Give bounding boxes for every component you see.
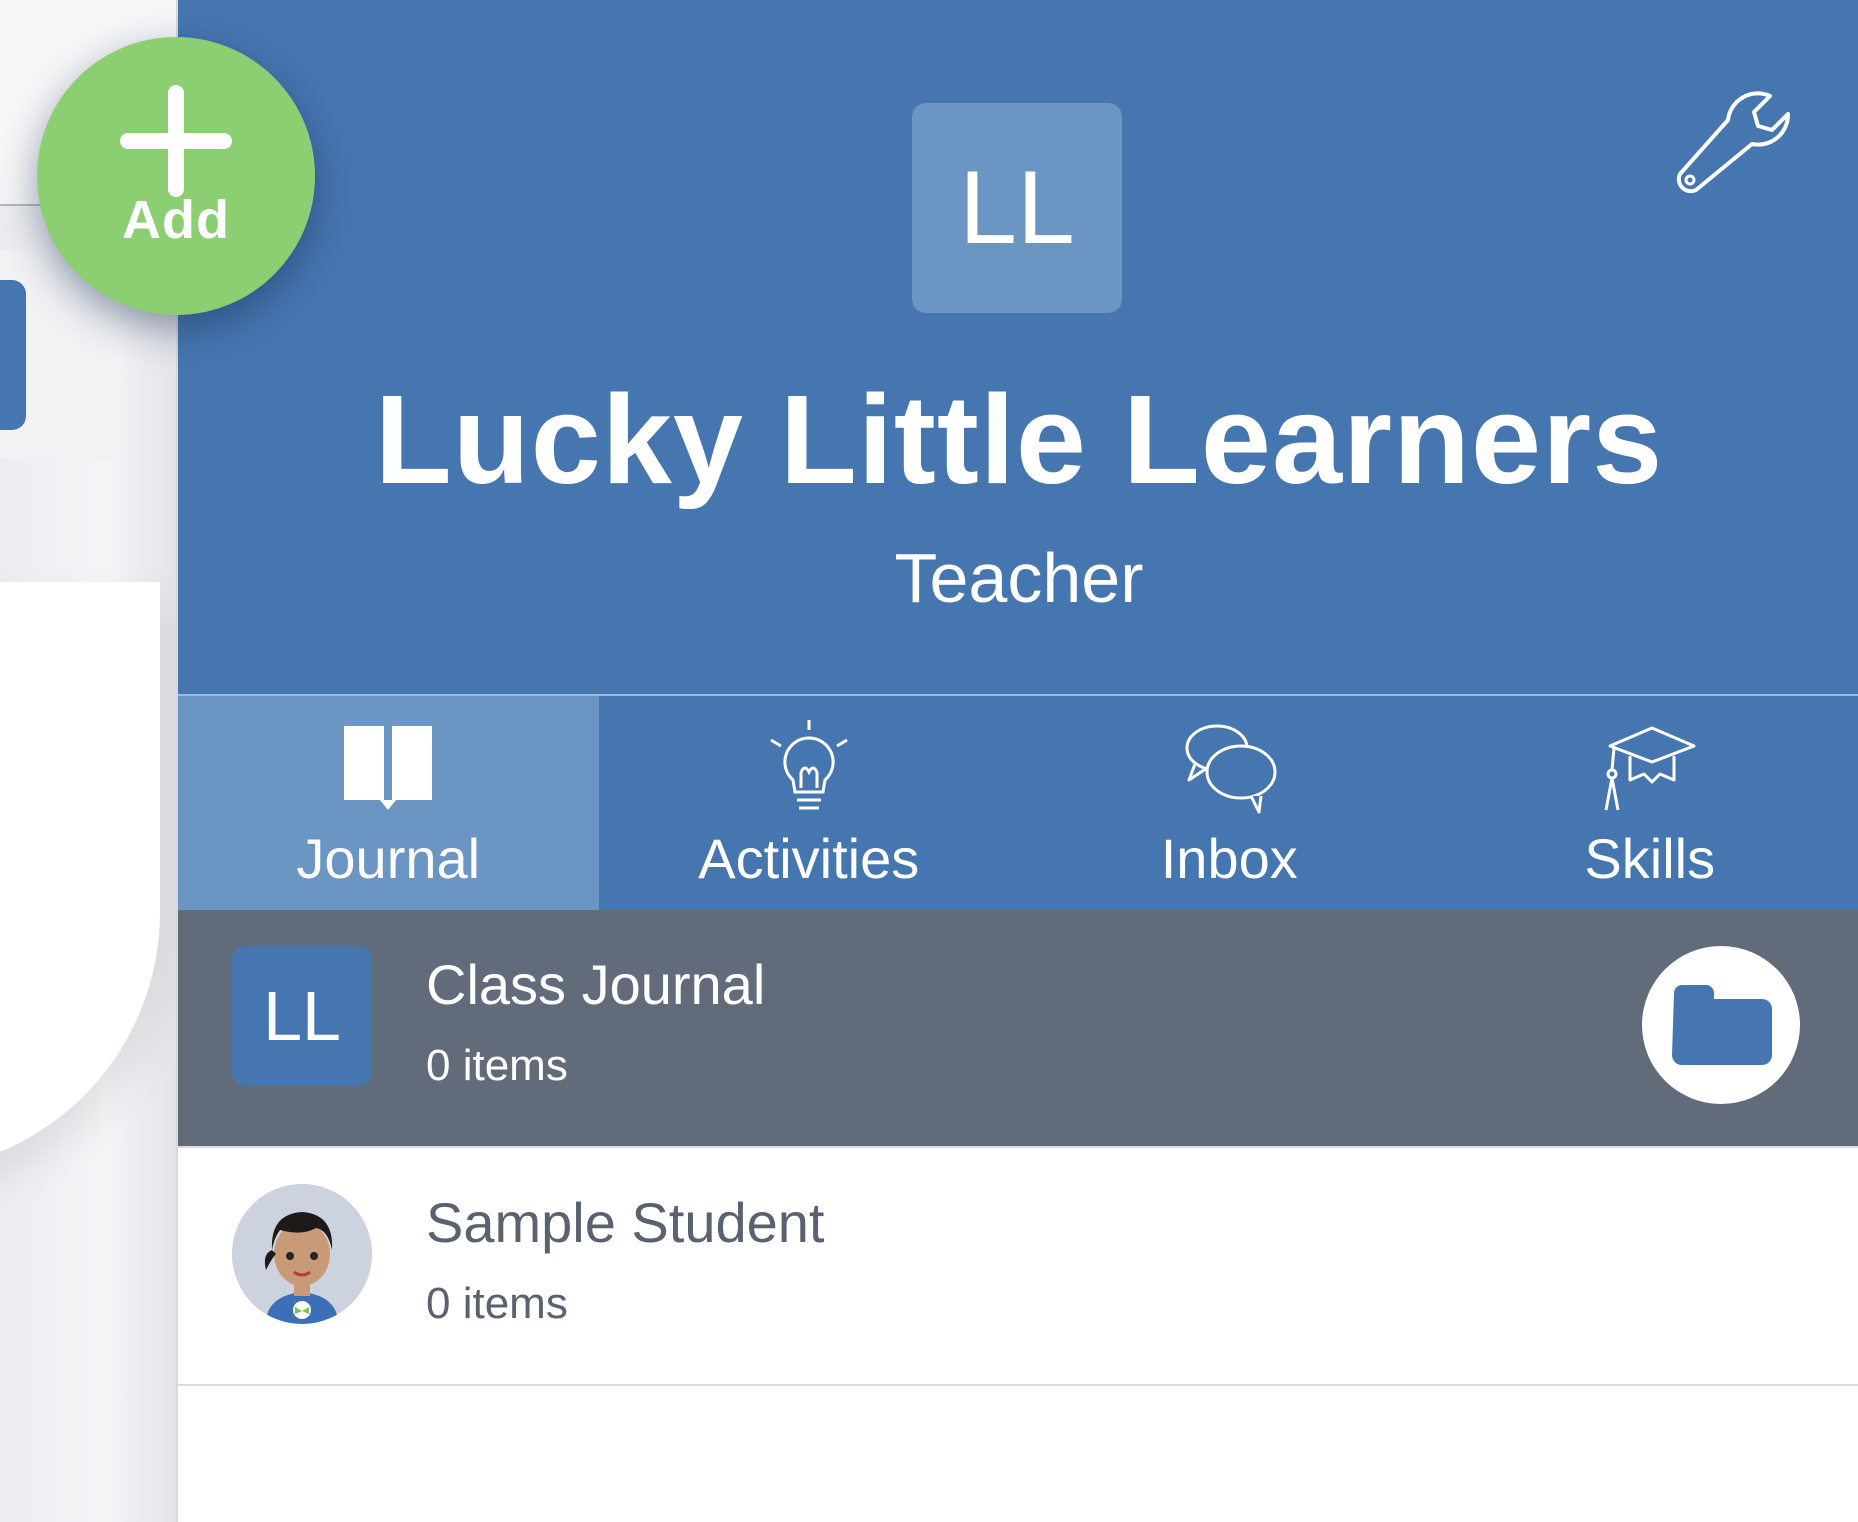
student-avatar xyxy=(232,1184,372,1324)
user-role: Teacher xyxy=(894,539,1144,617)
tab-activities[interactable]: Activities xyxy=(599,696,1020,910)
class-journal-avatar: LL xyxy=(232,946,372,1086)
tab-activities-label: Activities xyxy=(698,827,920,890)
student-portrait-icon xyxy=(232,1184,372,1324)
lightbulb-icon xyxy=(769,720,848,810)
chat-bubbles-icon xyxy=(1185,724,1277,814)
background-sheet xyxy=(0,582,160,1172)
list-item-sample-student[interactable]: Sample Student 0 items xyxy=(178,1148,1858,1386)
folder-icon xyxy=(1672,985,1772,1065)
class-panel: LL Lucky Little Learners Teacher Journal xyxy=(176,0,1858,1522)
sample-student-title: Sample Student xyxy=(426,1191,825,1254)
sample-student-count: 0 items xyxy=(426,1279,568,1328)
tab-inbox[interactable]: Inbox xyxy=(1019,696,1440,910)
graduation-cap-icon xyxy=(1604,726,1696,811)
class-journal-title: Class Journal xyxy=(426,953,766,1016)
add-button[interactable]: Add xyxy=(37,37,315,315)
tab-skills[interactable]: Skills xyxy=(1440,696,1858,910)
tab-journal-label: Journal xyxy=(296,827,481,890)
add-button-label: Add xyxy=(122,190,230,250)
tab-inbox-label: Inbox xyxy=(1160,827,1298,890)
book-icon xyxy=(344,726,433,810)
folder-button[interactable] xyxy=(1642,946,1800,1104)
plus-icon xyxy=(120,85,232,197)
wrench-icon[interactable] xyxy=(1674,80,1792,198)
tab-journal[interactable]: Journal xyxy=(178,696,599,910)
tab-skills-label: Skills xyxy=(1584,827,1716,890)
class-header: LL Lucky Little Learners Teacher xyxy=(178,0,1858,694)
background-card-tab xyxy=(0,280,26,430)
class-name: Lucky Little Learners xyxy=(374,369,1664,510)
class-journal-count: 0 items xyxy=(426,1041,568,1090)
tab-bar: Journal Activities Inbox Skills xyxy=(178,694,1858,912)
list-item-class-journal[interactable]: LL Class Journal 0 items xyxy=(178,910,1858,1148)
class-avatar: LL xyxy=(912,103,1122,313)
